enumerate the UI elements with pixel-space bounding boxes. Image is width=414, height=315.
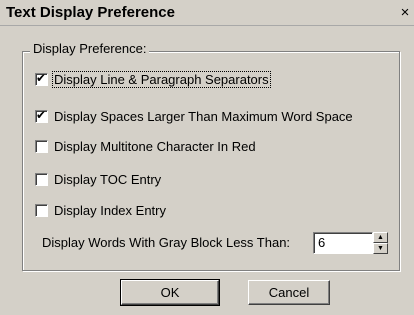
option-toc-entry[interactable]: Display TOC Entry [35, 169, 162, 189]
gray-block-label: Display Words With Gray Block Less Than: [42, 235, 291, 250]
checkbox[interactable] [35, 139, 48, 153]
title-bar[interactable]: Text Display Preference × [0, 0, 414, 26]
checkmark-icon: ✔ [36, 107, 47, 122]
option-label: Display Index Entry [54, 202, 166, 218]
groupbox-legend: Display Preference: [30, 41, 150, 56]
checkbox[interactable] [35, 172, 48, 186]
dialog-title: Text Display Preference [6, 4, 175, 21]
option-label: Display Spaces Larger Than Maximum Word … [54, 108, 353, 124]
option-multitone-red[interactable]: Display Multitone Character In Red [35, 136, 257, 156]
option-index-entry[interactable]: Display Index Entry [35, 200, 167, 220]
checkmark-icon: ✔ [36, 70, 47, 85]
spin-down-arrow-icon[interactable]: ▼ [373, 243, 388, 254]
option-label: Display Line & Paragraph Separators [52, 70, 271, 88]
checkbox[interactable]: ✔ [35, 70, 48, 86]
cancel-button[interactable]: Cancel [248, 280, 330, 305]
option-spaces-larger-than-max[interactable]: ✔ Display Spaces Larger Than Maximum Wor… [35, 106, 354, 126]
gray-block-value-input[interactable]: 6 [313, 232, 373, 254]
text-display-preference-dialog: Text Display Preference × Display Prefer… [0, 0, 414, 315]
spin-up-arrow-icon[interactable]: ▲ [373, 232, 388, 243]
checkbox[interactable]: ✔ [35, 107, 48, 123]
option-label: Display Multitone Character In Red [54, 138, 256, 154]
ok-button[interactable]: OK [120, 279, 220, 306]
option-line-paragraph-separators[interactable]: ✔ Display Line & Paragraph Separators [35, 69, 271, 89]
option-label: Display TOC Entry [54, 171, 162, 187]
close-icon[interactable]: × [396, 5, 414, 22]
checkbox[interactable] [35, 203, 48, 217]
